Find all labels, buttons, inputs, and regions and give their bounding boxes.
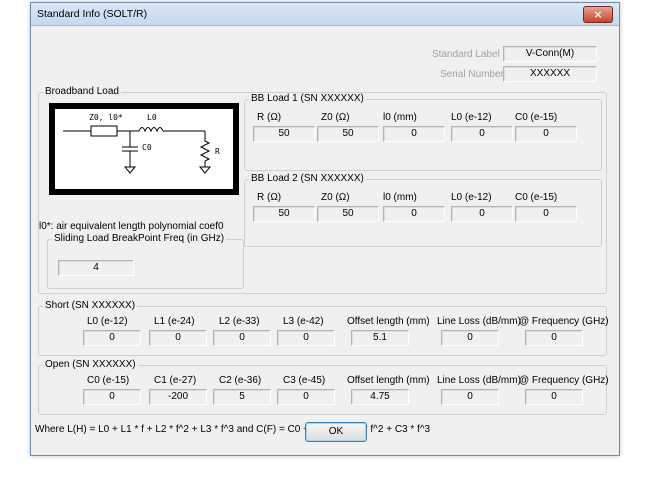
- open-group: Open (SN XXXXXX) C0 (e-15) C1 (e-27) C2 …: [38, 359, 609, 415]
- bb1-r-header: R (Ω): [257, 112, 282, 123]
- open-lineloss-header: Line Loss (dB/mm): [437, 375, 521, 386]
- formula-text: Where L(H) = L0 + L1 * f + L2 * f^2 + L3…: [35, 424, 431, 435]
- bb2-r-field[interactable]: 50: [253, 206, 315, 222]
- bb-load-2-group: BB Load 2 (SN XXXXXX) R (Ω) Z0 (Ω) l0 (m…: [244, 173, 602, 247]
- short-lineloss-header: Line Loss (dB/mm): [437, 316, 521, 327]
- bb2-l0-header: L0 (e-12): [451, 192, 492, 203]
- broadband-load-title: Broadband Load: [43, 86, 121, 97]
- open-c0-field[interactable]: 0: [83, 389, 141, 405]
- bb1-c0-field[interactable]: 0: [515, 126, 577, 142]
- serial-number-caption: Serial Number: [440, 69, 504, 80]
- bb1-z0-header: Z0 (Ω): [321, 112, 350, 123]
- dialog-window: Standard Info (SOLT/R) × Standard Label …: [30, 2, 620, 456]
- title-bar[interactable]: Standard Info (SOLT/R) ×: [31, 3, 619, 26]
- standard-label-field[interactable]: V-Conn(M): [503, 46, 597, 62]
- open-frequency-header: @ Frequency (GHz): [519, 375, 609, 386]
- open-offset-field[interactable]: 4.75: [351, 389, 409, 405]
- short-l2-field[interactable]: 0: [213, 330, 271, 346]
- serial-number-field[interactable]: XXXXXX: [503, 66, 597, 82]
- window-title: Standard Info (SOLT/R): [37, 8, 148, 20]
- bb2-c0-field[interactable]: 0: [515, 206, 577, 222]
- bb1-l0-header: L0 (e-12): [451, 112, 492, 123]
- bb1-c0-header: C0 (e-15): [515, 112, 558, 123]
- bb-load-2-title: BB Load 2 (SN XXXXXX): [249, 173, 366, 184]
- bb-load-1-title: BB Load 1 (SN XXXXXX): [249, 93, 366, 104]
- bb2-r-header: R (Ω): [257, 192, 282, 203]
- short-title: Short (SN XXXXXX): [43, 300, 138, 311]
- bb2-l0mm-header: l0 (mm): [383, 192, 417, 203]
- short-l2-header: L2 (e-33): [219, 316, 260, 327]
- short-l1-header: L1 (e-24): [154, 316, 195, 327]
- standard-label-caption: Standard Label: [432, 49, 500, 60]
- open-c2-field[interactable]: 5: [213, 389, 271, 405]
- open-frequency-field[interactable]: 0: [525, 389, 583, 405]
- open-offset-header: Offset length (mm): [347, 375, 430, 386]
- short-lineloss-field[interactable]: 0: [441, 330, 499, 346]
- schematic-r-label: R: [215, 147, 220, 156]
- short-frequency-header: @ Frequency (GHz): [519, 316, 609, 327]
- open-c3-header: C3 (e-45): [283, 375, 326, 386]
- sliding-breakpoint-field[interactable]: 4: [58, 260, 134, 276]
- bb1-r-field[interactable]: 50: [253, 126, 315, 142]
- schematic-c0-label: C0: [142, 143, 152, 152]
- short-l0-field[interactable]: 0: [83, 330, 141, 346]
- bb-load-1-group: BB Load 1 (SN XXXXXX) R (Ω) Z0 (Ω) l0 (m…: [244, 93, 602, 171]
- short-l0-header: L0 (e-12): [87, 316, 128, 327]
- bb2-c0-header: C0 (e-15): [515, 192, 558, 203]
- short-l3-header: L3 (e-42): [283, 316, 324, 327]
- sliding-load-title: Sliding Load BreakPoint Freq (in GHz): [52, 233, 227, 244]
- bb1-z0-field[interactable]: 50: [317, 126, 379, 142]
- open-lineloss-field[interactable]: 0: [441, 389, 499, 405]
- air-length-note: l0*: air equivalent length polynomial co…: [39, 221, 224, 232]
- bb1-l0-field[interactable]: 0: [451, 126, 513, 142]
- dialog-body: Standard Label V-Conn(M) Serial Number X…: [31, 26, 619, 455]
- short-frequency-field[interactable]: 0: [525, 330, 583, 346]
- bb2-l0mm-field[interactable]: 0: [383, 206, 445, 222]
- bb2-l0-field[interactable]: 0: [451, 206, 513, 222]
- schematic-z0-label: Z0, l0*: [89, 113, 123, 122]
- bb1-l0mm-field[interactable]: 0: [383, 126, 445, 142]
- short-group: Short (SN XXXXXX) L0 (e-12) L1 (e-24) L2…: [38, 300, 609, 356]
- open-title: Open (SN XXXXXX): [43, 359, 138, 370]
- open-c1-header: C1 (e-27): [154, 375, 197, 386]
- circuit-schematic-icon: Z0, l0* L0 C0 R: [49, 103, 239, 195]
- bb1-l0mm-header: l0 (mm): [383, 112, 417, 123]
- schematic-l0-label: L0: [147, 113, 157, 122]
- bb2-z0-header: Z0 (Ω): [321, 192, 350, 203]
- sliding-load-group: Sliding Load BreakPoint Freq (in GHz) 4: [47, 233, 244, 289]
- broadband-load-group: Broadband Load Z0, l0* L0 C0 R l0*: air …: [38, 86, 607, 294]
- short-offset-field[interactable]: 5.1: [351, 330, 409, 346]
- bb2-z0-field[interactable]: 50: [317, 206, 379, 222]
- open-c0-header: C0 (e-15): [87, 375, 130, 386]
- open-c2-header: C2 (e-36): [219, 375, 262, 386]
- open-c3-field[interactable]: 0: [277, 389, 335, 405]
- close-icon[interactable]: ×: [583, 6, 613, 23]
- ok-button[interactable]: OK: [305, 422, 367, 442]
- short-l3-field[interactable]: 0: [277, 330, 335, 346]
- short-offset-header: Offset length (mm): [347, 316, 430, 327]
- short-l1-field[interactable]: 0: [149, 330, 207, 346]
- open-c1-field[interactable]: -200: [149, 389, 207, 405]
